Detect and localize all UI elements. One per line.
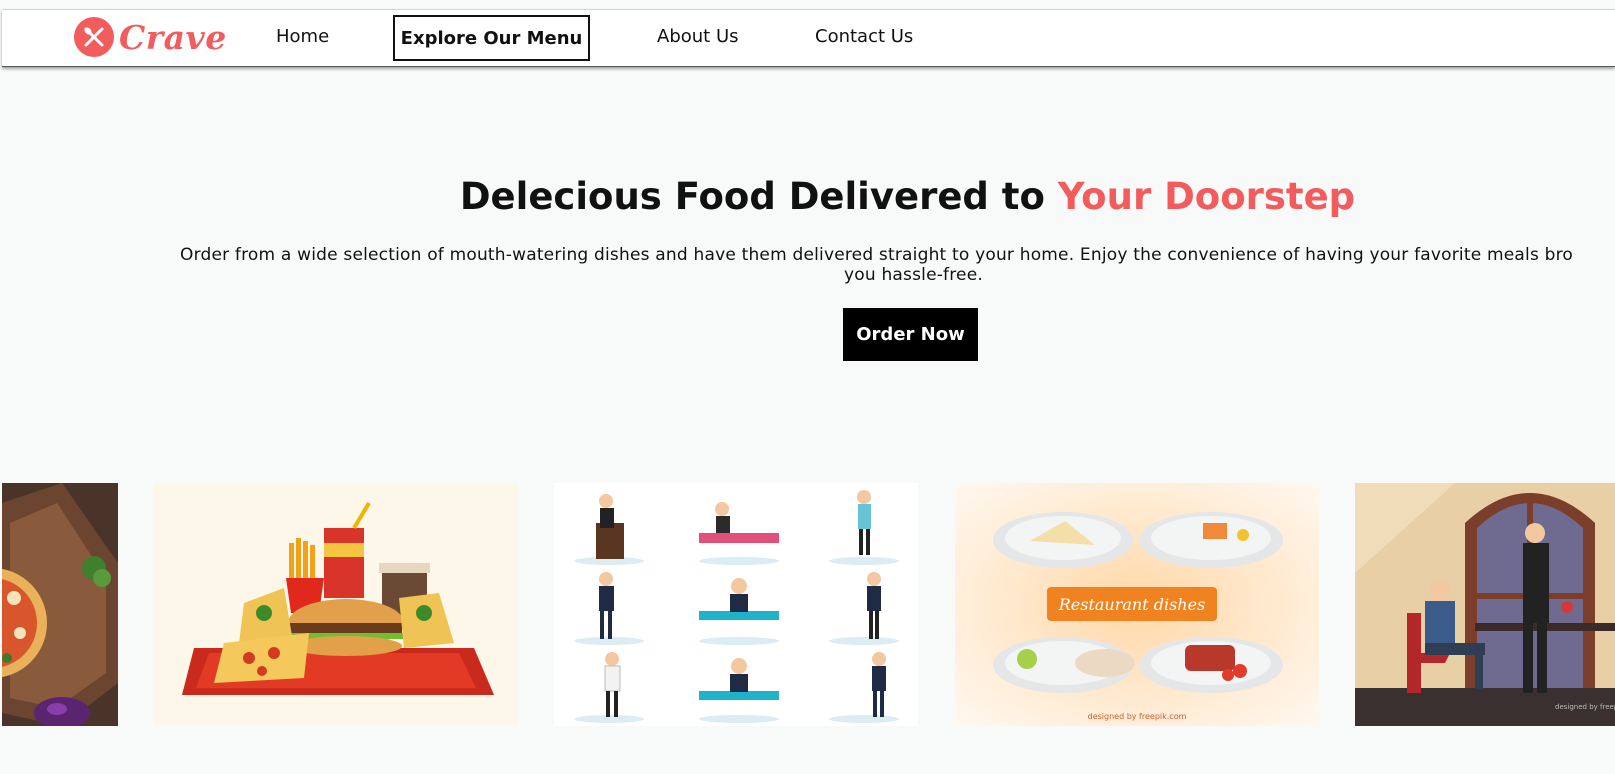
interior-credit-text: designed by freepi — [1555, 703, 1615, 711]
hero-title-main: Delecious Food Delivered to — [459, 175, 1058, 218]
nav-about-us[interactable]: About Us — [657, 26, 739, 47]
gallery-image-restaurant-staff — [554, 483, 918, 726]
order-now-button[interactable]: Order Now — [843, 308, 978, 361]
nav-contact-us[interactable]: Contact Us — [815, 26, 913, 47]
hero-description: Order from a wide selection of mouth-wat… — [180, 245, 1615, 285]
nav-home[interactable]: Home — [276, 26, 329, 47]
nav-explore-menu[interactable]: Explore Our Menu — [393, 15, 590, 61]
dishes-credit-text: designed by freepik.com — [1088, 712, 1187, 721]
hero-title-accent: Your Doorstep — [1057, 175, 1356, 218]
gallery-image-restaurant-dishes: Restaurant dishes designed by freepik.co… — [955, 483, 1319, 726]
brand-logo[interactable]: Crave — [74, 16, 227, 58]
hero-title: Delecious Food Delivered to Your Doorste… — [0, 175, 1615, 218]
hero-description-line1: Order from a wide selection of mouth-wat… — [180, 245, 1574, 265]
fork-knife-icon — [74, 17, 114, 57]
gallery-image-restaurant-interior: designed by freepi — [1355, 483, 1615, 726]
brand-name: Crave — [119, 17, 227, 57]
hero-description-line2: you hassle-free. — [844, 265, 983, 285]
dishes-banner-text: Restaurant dishes — [1058, 595, 1206, 614]
gallery-image-fast-food — [154, 483, 518, 726]
gallery-image-pizza-board — [2, 483, 118, 726]
navbar: Crave Home Explore Our Menu About Us Con… — [2, 9, 1615, 67]
